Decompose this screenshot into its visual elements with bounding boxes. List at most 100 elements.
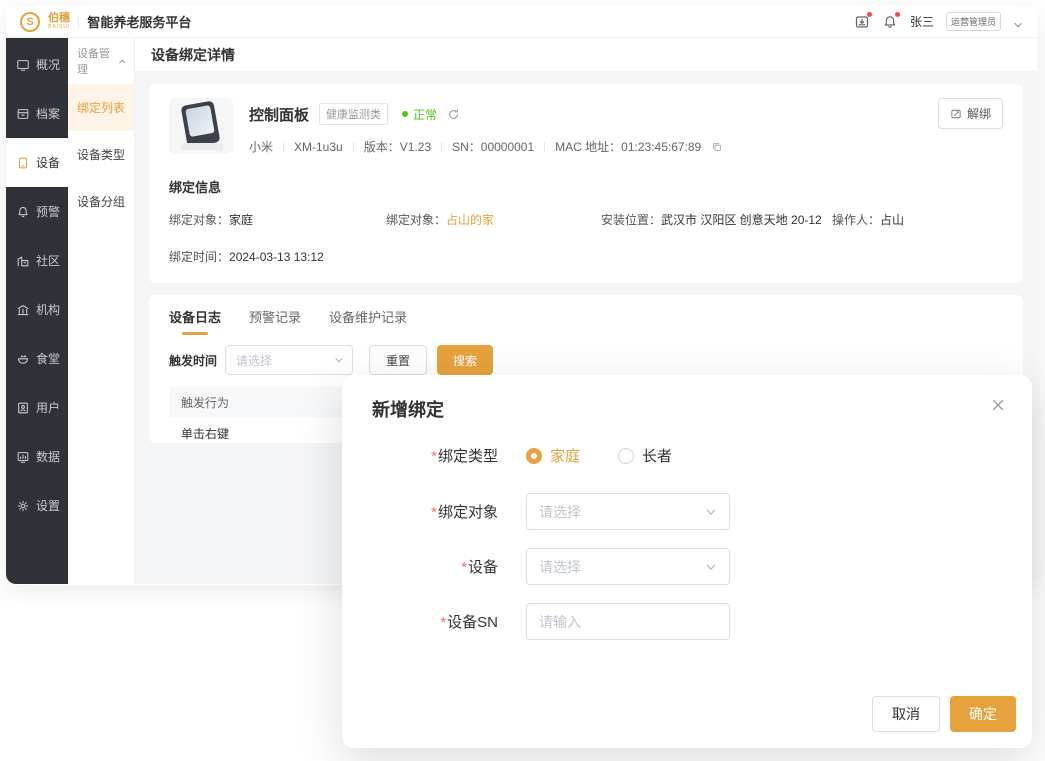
sidebar-item-data[interactable]: 数据: [6, 432, 68, 481]
binding-info-title: 绑定信息: [169, 180, 222, 195]
field-value: 武汉市 汉阳区 创意天地 20-12: [661, 213, 822, 227]
required-mark: *: [461, 559, 467, 576]
submenu-item-device-type[interactable]: 设备类型: [68, 131, 134, 178]
chevron-down-icon: [706, 509, 716, 515]
trigger-time-select[interactable]: 请选择: [225, 345, 354, 375]
field-value: 占山: [880, 213, 905, 227]
required-mark: *: [440, 614, 447, 631]
refresh-icon[interactable]: [447, 108, 460, 121]
submenu-item-binding-list[interactable]: 绑定列表: [68, 84, 134, 131]
field-label: 安装位置：: [601, 213, 662, 227]
brand-name-en: BAISUI: [48, 24, 71, 30]
notification-dot: [866, 11, 872, 17]
chevron-up-icon: [118, 59, 125, 63]
sidebar-item-community[interactable]: 社区: [6, 236, 68, 285]
tab-alert-records[interactable]: 预警记录: [249, 307, 301, 335]
device-version: 版本：V1.23: [363, 140, 432, 154]
device-name: 控制面板: [249, 106, 310, 124]
close-icon[interactable]: [990, 397, 1006, 413]
status-text: 正常: [413, 107, 438, 122]
add-binding-modal: 新增绑定 *绑定类型 家庭 长者 *绑定对象 请选择 *设备 请选择 *设备SN…: [342, 375, 1032, 748]
buildings-icon: [17, 256, 29, 266]
user-menu-chevron-down-icon[interactable]: [1013, 17, 1023, 28]
submenu-header[interactable]: 设备管理: [68, 38, 134, 84]
unbind-button[interactable]: 解绑: [937, 98, 1003, 129]
sidebar-item-users[interactable]: 用户: [6, 383, 68, 432]
device-select[interactable]: 请选择: [526, 548, 730, 585]
binding-object-select[interactable]: 请选择: [526, 493, 730, 530]
tab-device-log[interactable]: 设备日志: [169, 307, 221, 335]
app-header: S 伯穗 BAISUI 智能养老服务平台 张三 运营管理员: [6, 6, 1037, 38]
filter-label: 触发时间: [169, 353, 218, 368]
sidebar-item-label: 预警: [36, 205, 61, 219]
notification-dot: [894, 11, 900, 17]
bell-icon[interactable]: [882, 11, 900, 30]
submenu-item-device-group[interactable]: 设备分组: [68, 178, 134, 225]
device-sn-label: *设备SN: [440, 614, 498, 631]
logs-tabs: 设备日志 预警记录 设备维护记录: [169, 307, 1003, 335]
meta-divider: [283, 141, 285, 152]
edit-square-icon: [951, 109, 961, 118]
gear-icon: [17, 500, 29, 511]
binding-info-grid: 绑定对象：家庭 绑定对象：占山的家 安装位置：武汉市 汉阳区 创意天地 20-1…: [169, 211, 1003, 265]
select-placeholder: 请选择: [539, 503, 581, 520]
tasks-tray-icon[interactable]: [854, 11, 872, 30]
sidebar-item-overview[interactable]: 概况: [6, 40, 68, 89]
brand-area: S 伯穗 BAISUI 智能养老服务平台: [20, 11, 192, 32]
sidebar-item-label: 机构: [36, 303, 61, 317]
chart-icon: [17, 451, 29, 463]
sidebar-item-institutions[interactable]: 机构: [6, 285, 68, 334]
sidebar-item-label: 档案: [36, 107, 61, 121]
device-card: 控制面板 健康监测类 正常 小米 XM-1u3u 版本：V1.23 SN：000…: [149, 84, 1023, 283]
radio-selected-icon: [526, 447, 542, 464]
device-sn-input[interactable]: [526, 603, 730, 640]
meta-divider: [544, 141, 546, 152]
device-sn: SN：00000001: [452, 140, 535, 154]
sidebar-item-settings[interactable]: 设置: [6, 481, 68, 530]
meta-divider: [352, 141, 354, 152]
brand-logo-icon: S: [20, 11, 40, 32]
field-label: 操作人：: [832, 213, 881, 227]
field-label: 绑定时间：: [169, 250, 230, 264]
sidebar-item-label: 数据: [36, 450, 61, 464]
tab-maintenance-records[interactable]: 设备维护记录: [329, 307, 407, 335]
submenu-item-label: 设备类型: [77, 148, 126, 162]
bowl-icon: [17, 354, 29, 364]
sidebar-item-label: 设置: [36, 499, 61, 513]
brand-name-cn: 伯穗: [48, 12, 70, 24]
modal-form: *绑定类型 家庭 长者 *绑定对象 请选择 *设备 请选择 *设备SN 请输入: [342, 445, 1032, 658]
device-photo: [169, 98, 233, 154]
reset-button[interactable]: 重置: [369, 345, 428, 375]
binding-object-link[interactable]: 占山的家: [446, 213, 494, 227]
bell-icon: [18, 206, 28, 217]
device-icon: [18, 157, 28, 168]
binding-field: 安装位置：武汉市 汉阳区 创意天地 20-12: [601, 211, 832, 228]
field-value: 家庭: [229, 213, 254, 227]
confirm-button[interactable]: 确定: [950, 696, 1016, 732]
binding-field: 绑定对象：家庭: [169, 211, 386, 228]
radio-unselected-icon: [618, 447, 635, 464]
cancel-button[interactable]: 取消: [872, 696, 940, 732]
app-title: 智能养老服务平台: [87, 15, 192, 30]
sidebar-item-archives[interactable]: 档案: [6, 89, 68, 138]
sidebar-item-label: 用户: [36, 401, 61, 415]
device-mac: MAC 地址：01:23:45:67:89: [555, 140, 702, 154]
modal-title: 新增绑定: [372, 400, 444, 420]
field-label: 绑定对象：: [169, 213, 230, 227]
binding-field: 绑定时间：2024-03-13 13:12: [169, 248, 386, 265]
sidebar-item-canteen[interactable]: 食堂: [6, 334, 68, 383]
binding-field: 绑定对象：占山的家: [386, 211, 601, 228]
sidebar-item-alerts[interactable]: 预警: [6, 187, 68, 236]
radio-elder[interactable]: 长者: [618, 445, 672, 466]
copy-icon[interactable]: [711, 141, 723, 153]
sidebar-item-devices[interactable]: 设备: [6, 138, 68, 187]
page-title: 设备绑定详情: [135, 38, 1037, 72]
search-button[interactable]: 搜索: [437, 345, 494, 375]
page: S 伯穗 BAISUI 智能养老服务平台 张三 运营管理员 概况 档案 设备 预…: [0, 0, 1045, 761]
radio-family[interactable]: 家庭: [526, 445, 580, 466]
user-name[interactable]: 张三: [910, 13, 934, 30]
meta-divider: [441, 141, 443, 152]
brand-initial: S: [26, 15, 34, 28]
field-label: 绑定对象：: [386, 213, 447, 227]
device-label: *设备: [461, 559, 498, 576]
